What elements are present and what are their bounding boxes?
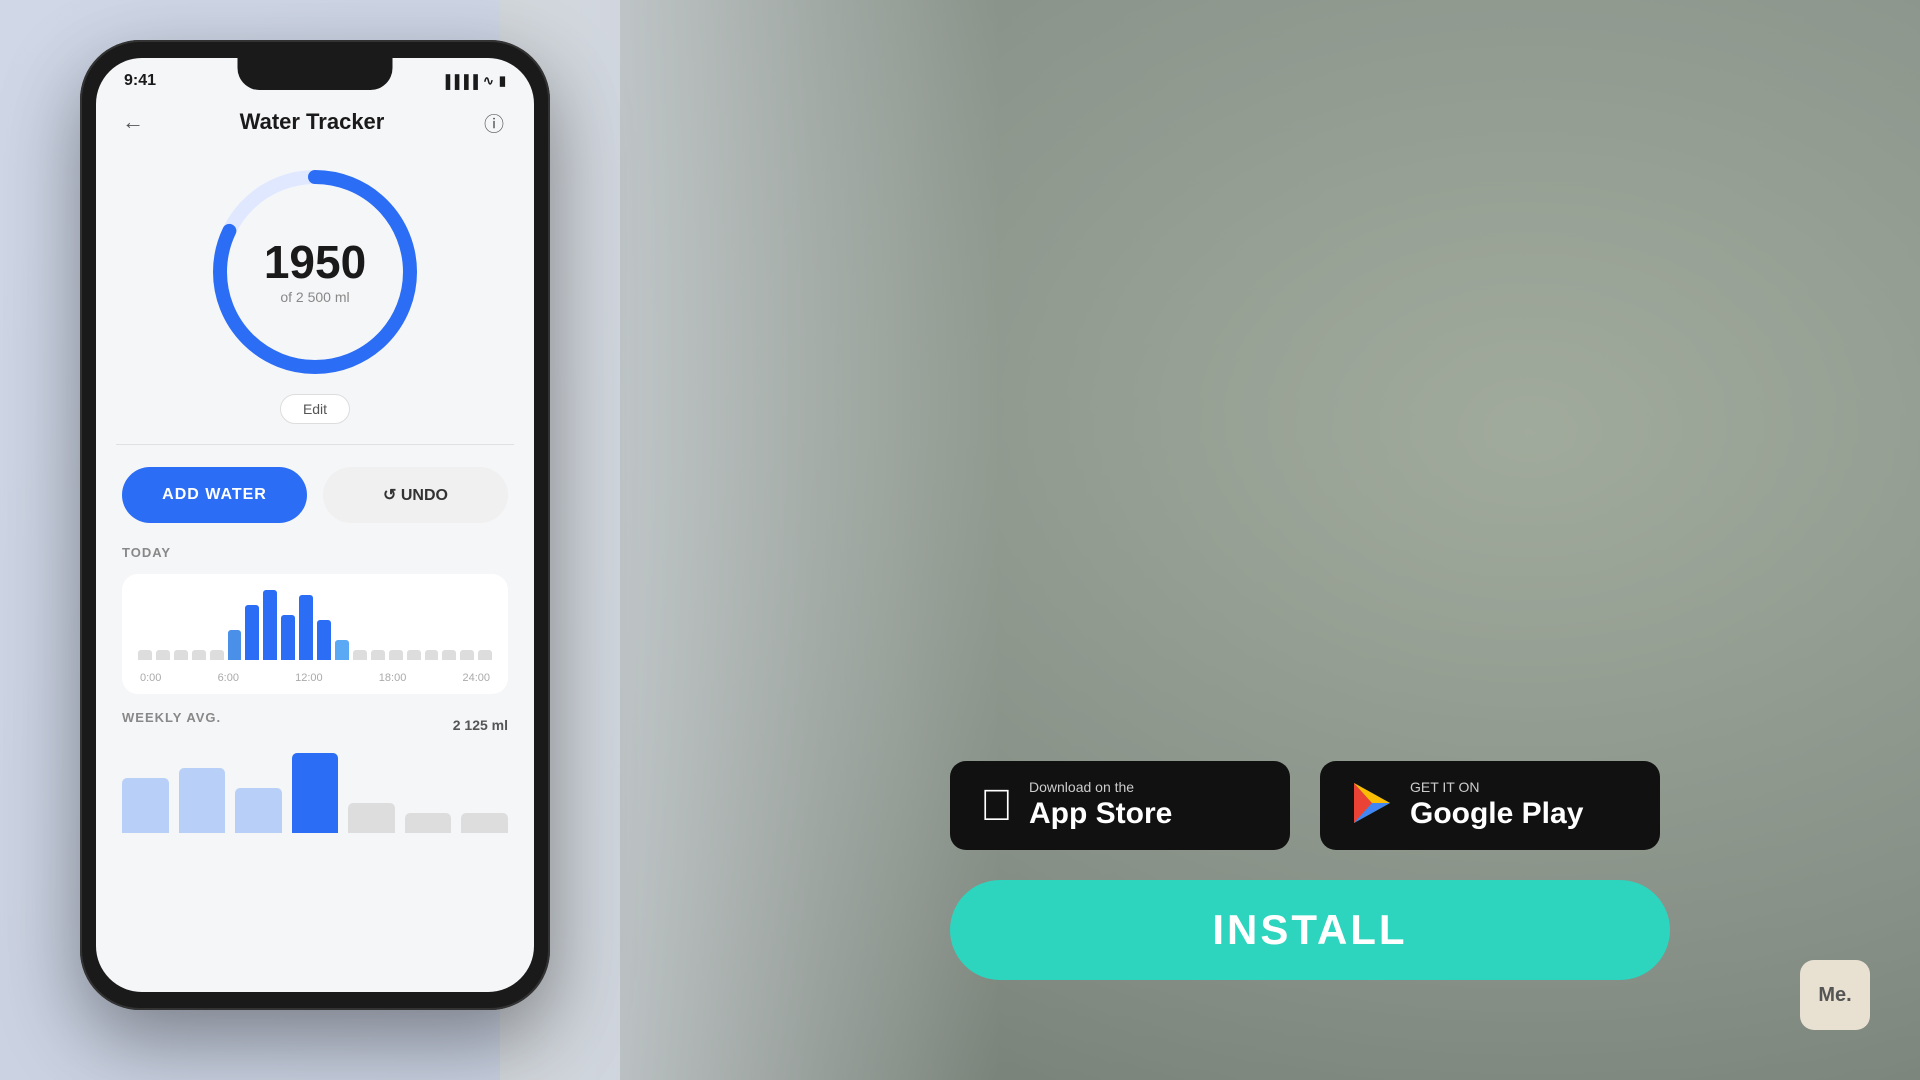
today-bar: [281, 615, 295, 660]
today-bar: [335, 640, 349, 660]
edit-button[interactable]: Edit: [280, 394, 350, 424]
apple-icon: : [980, 784, 1013, 828]
today-bar: [425, 650, 439, 660]
cta-section:  Download on the App Store GET IT ON Go…: [620, 0, 1920, 1080]
back-button[interactable]: ←: [122, 109, 144, 135]
today-bar: [192, 650, 206, 660]
today-bar: [174, 650, 188, 660]
app-store-button[interactable]:  Download on the App Store: [950, 761, 1290, 850]
google-play-text: GET IT ON Google Play: [1410, 779, 1583, 832]
today-bar: [478, 650, 492, 660]
today-bar: [245, 605, 259, 660]
water-value: 1950: [264, 239, 366, 285]
today-bar: [210, 650, 224, 660]
weekly-bar: [122, 778, 169, 833]
today-bar: [371, 650, 385, 660]
phone-screen: 9:41 ▐▐▐▐ ∿ ▮ ← Water Tracker ⓘ: [96, 58, 534, 992]
today-bar: [389, 650, 403, 660]
me-badge: Me.: [1800, 960, 1870, 1030]
google-play-button[interactable]: GET IT ON Google Play: [1320, 761, 1660, 850]
weekly-bar: [405, 813, 452, 833]
install-button[interactable]: INSTALL: [950, 880, 1670, 980]
water-goal: of 2 500 ml: [264, 289, 366, 305]
today-bar: [263, 590, 277, 660]
today-chart: 0:00 6:00 12:00 18:00 24:00: [122, 574, 508, 694]
weekly-value: 2 125 ml: [453, 717, 508, 733]
chart-time-label: 24:00: [462, 672, 490, 684]
weekly-bar: [235, 788, 282, 833]
weekly-title: WEEKLY AVG.: [122, 710, 221, 725]
weekly-section: WEEKLY AVG. 2 125 ml: [96, 710, 534, 833]
weekly-header: WEEKLY AVG. 2 125 ml: [122, 710, 508, 739]
weekly-bar: [179, 768, 226, 833]
app-store-big-text: App Store: [1029, 796, 1172, 832]
today-bar: [299, 595, 313, 660]
screen-title: Water Tracker: [240, 109, 385, 135]
today-bar: [407, 650, 421, 660]
me-badge-label: Me.: [1818, 984, 1851, 1007]
today-bar: [353, 650, 367, 660]
water-circle-container: 1950 of 2 500 ml Edit: [96, 152, 534, 444]
weekly-bar: [292, 753, 339, 833]
status-icons: ▐▐▐▐ ∿ ▮: [441, 73, 506, 89]
chart-time-label: 0:00: [140, 672, 161, 684]
phone-frame: 9:41 ▐▐▐▐ ∿ ▮ ← Water Tracker ⓘ: [80, 40, 550, 1010]
undo-button[interactable]: ↺ UNDO: [323, 467, 508, 523]
signal-icon: ▐▐▐▐: [441, 74, 478, 89]
phone-mockup: 9:41 ▐▐▐▐ ∿ ▮ ← Water Tracker ⓘ: [80, 40, 550, 1010]
today-section-title: TODAY: [122, 545, 508, 560]
weekly-bar: [461, 813, 508, 833]
app-header: ← Water Tracker ⓘ: [96, 98, 534, 152]
chart-time-label: 6:00: [218, 672, 239, 684]
today-bar: [442, 650, 456, 660]
weekly-bars: [122, 753, 508, 833]
wifi-icon: ∿: [483, 73, 494, 89]
action-buttons: ADD WATER ↺ UNDO: [96, 445, 534, 545]
water-progress-circle: 1950 of 2 500 ml: [205, 162, 425, 382]
add-water-button[interactable]: ADD WATER: [122, 467, 307, 523]
today-chart-section: TODAY 0:00 6:00 12:00 18:00 24:00: [96, 545, 534, 710]
chart-time-label: 18:00: [379, 672, 407, 684]
weekly-bar: [348, 803, 395, 833]
phone-notch: [238, 58, 393, 90]
store-buttons:  Download on the App Store GET IT ON Go…: [950, 761, 1920, 850]
app-store-text: Download on the App Store: [1029, 779, 1172, 832]
info-button[interactable]: ⓘ: [480, 108, 508, 136]
battery-icon: ▮: [499, 73, 506, 89]
status-time: 9:41: [124, 72, 156, 90]
google-play-icon: [1350, 781, 1394, 831]
app-store-small-text: Download on the: [1029, 779, 1172, 796]
today-chart-bars: [138, 594, 492, 664]
today-chart-labels: 0:00 6:00 12:00 18:00 24:00: [138, 672, 492, 684]
today-bar: [460, 650, 474, 660]
chart-time-label: 12:00: [295, 672, 323, 684]
google-play-big-text: Google Play: [1410, 796, 1583, 832]
today-bar: [156, 650, 170, 660]
today-bar: [138, 650, 152, 660]
google-play-small-text: GET IT ON: [1410, 779, 1583, 796]
circle-center: 1950 of 2 500 ml: [264, 239, 366, 305]
today-bar: [317, 620, 331, 660]
today-bar: [228, 630, 242, 660]
